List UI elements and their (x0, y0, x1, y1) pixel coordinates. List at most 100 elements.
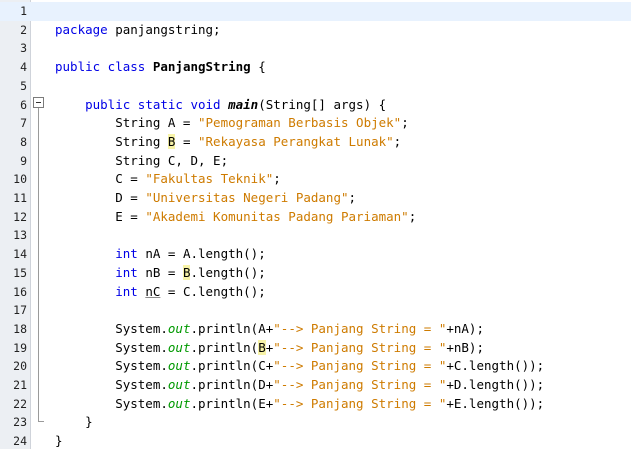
code-line[interactable]: 13 (0, 226, 631, 245)
code-editor[interactable]: 1 2 package panjangstring; 3 4 public class P… (0, 0, 631, 449)
line-number: 12 (13, 209, 27, 224)
code-line[interactable]: 7 String A = "Pemograman Berbasis Objek"… (0, 114, 631, 133)
code-text: public class PanjangString { (55, 58, 266, 77)
code-token: B (258, 339, 266, 355)
code-token: C = (55, 171, 146, 187)
code-line[interactable]: 6 public static void main(String[] args)… (0, 96, 631, 115)
line-number: 10 (13, 172, 27, 187)
code-token: +C.length()); (446, 358, 545, 374)
code-token: public class (55, 59, 146, 75)
code-text: int nB = B.length(); (55, 264, 266, 283)
code-token: String (55, 133, 168, 149)
code-token: int (115, 246, 138, 262)
fold-minus-icon[interactable] (33, 97, 44, 108)
code-text: System.out.println(C+"--> Panjang String… (55, 357, 544, 376)
line-number: 21 (13, 378, 27, 392)
fold-guide-line (38, 108, 39, 422)
code-line[interactable]: 24} (0, 432, 631, 451)
code-token: +nB); (446, 339, 484, 355)
code-token: ; (273, 171, 281, 187)
code-token: nC (145, 283, 161, 299)
code-line[interactable]: 21 System.out.println(D+"--> Panjang Str… (0, 376, 631, 395)
code-line[interactable]: 5 (0, 77, 631, 96)
code-token: System. (55, 377, 168, 392)
code-line[interactable]: 16 int nC = C.length(); (0, 283, 631, 302)
code-token: out (167, 377, 191, 392)
line-number: 3 (20, 41, 27, 56)
code-token: .println(C+ (190, 358, 274, 374)
code-line[interactable]: 9 String C, D, E; (0, 152, 631, 171)
code-line[interactable]: 19 System.out.println(B+"--> Panjang Str… (0, 339, 631, 358)
code-token: "Rekayasa Perangkat Lunak" (198, 133, 394, 149)
code-token: out (167, 320, 191, 336)
code-text: System.out.println(A+"--> Panjang String… (55, 320, 484, 339)
code-line[interactable]: 14 int nA = A.length(); (0, 245, 631, 264)
code-text: D = "Universitas Negeri Padang"; (55, 189, 356, 208)
line-number: 17 (13, 303, 27, 318)
code-line[interactable]: 20 System.out.println(C+"--> Panjang Str… (0, 357, 631, 376)
code-token: nB = (137, 264, 183, 280)
code-token: { (250, 59, 266, 75)
code-text: String C, D, E; (55, 152, 228, 171)
code-text: String A = "Pemograman Berbasis Objek"; (55, 114, 409, 133)
code-text: } (55, 432, 63, 451)
code-line[interactable]: 2 package panjangstring; (0, 21, 631, 40)
line-number: 13 (13, 228, 27, 243)
code-line[interactable]: 10 C = "Fakultas Teknik"; (0, 170, 631, 189)
fold-guide-end (38, 421, 44, 422)
line-number: 16 (13, 284, 27, 299)
code-line[interactable]: 12 E = "Akademi Komunitas Padang Pariama… (0, 208, 631, 227)
code-line[interactable]: 17 (0, 301, 631, 320)
code-token: out (167, 395, 191, 411)
code-token: "Fakultas Teknik" (145, 171, 274, 187)
code-text: int nA = A.length(); (55, 245, 266, 264)
code-text: System.out.println(E+"--> Panjang String… (55, 395, 544, 414)
code-token: nA = A.length(); (137, 246, 266, 262)
line-number: 20 (13, 359, 27, 374)
code-line[interactable]: 11 D = "Universitas Negeri Padang"; (0, 189, 631, 208)
code-token: (String[] args) { (258, 96, 387, 112)
line-number: 7 (20, 116, 27, 131)
code-token: public static void (85, 96, 221, 112)
code-token: = C.length(); (160, 283, 266, 299)
code-token: +E.length()); (446, 395, 545, 411)
code-token: E = (55, 208, 146, 224)
line-number: 1 (20, 4, 27, 18)
code-token: String C, D, E; (55, 152, 229, 168)
line-number: 24 (13, 434, 27, 449)
code-token: out (167, 339, 191, 355)
code-token: System. (55, 320, 168, 336)
line-number: 4 (20, 60, 27, 75)
code-token: System. (55, 339, 168, 355)
line-number: 6 (20, 97, 27, 112)
code-text: String B = "Rekayasa Perangkat Lunak"; (55, 133, 401, 152)
code-token: "Akademi Komunitas Padang Pariaman" (145, 208, 409, 224)
code-line[interactable]: 3 (0, 39, 631, 58)
line-number: 22 (13, 396, 27, 411)
code-token: ; (408, 208, 417, 224)
code-token: "Pemograman Berbasis Objek" (198, 115, 402, 131)
line-number: 23 (13, 415, 27, 430)
code-text: } (55, 413, 93, 432)
code-line[interactable]: 18 System.out.println(A+"--> Panjang Str… (0, 320, 631, 339)
code-line[interactable]: 8 String B = "Rekayasa Perangkat Lunak"; (0, 133, 631, 152)
code-token: .length(); (190, 264, 266, 280)
code-line[interactable]: 4 public class PanjangString { (0, 58, 631, 77)
code-line[interactable]: 15 int nB = B.length(); (0, 264, 631, 283)
code-line[interactable]: 1 (0, 2, 631, 21)
code-line[interactable]: 22 System.out.println(E+"--> Panjang Str… (0, 395, 631, 414)
code-token: System. (55, 395, 168, 411)
code-token: String A = (55, 115, 198, 131)
line-number: 8 (20, 134, 27, 149)
line-number: 18 (13, 321, 27, 336)
code-token: "--> Panjang String = " (273, 395, 447, 411)
code-text: int nC = C.length(); (55, 283, 266, 302)
line-number: 2 (20, 22, 27, 37)
code-line[interactable]: 23 } (0, 413, 631, 432)
code-text: System.out.println(B+"--> Panjang String… (55, 339, 484, 358)
code-token: "--> Panjang String = " (273, 320, 447, 336)
code-token: package (55, 21, 108, 37)
code-token: } (55, 414, 93, 430)
